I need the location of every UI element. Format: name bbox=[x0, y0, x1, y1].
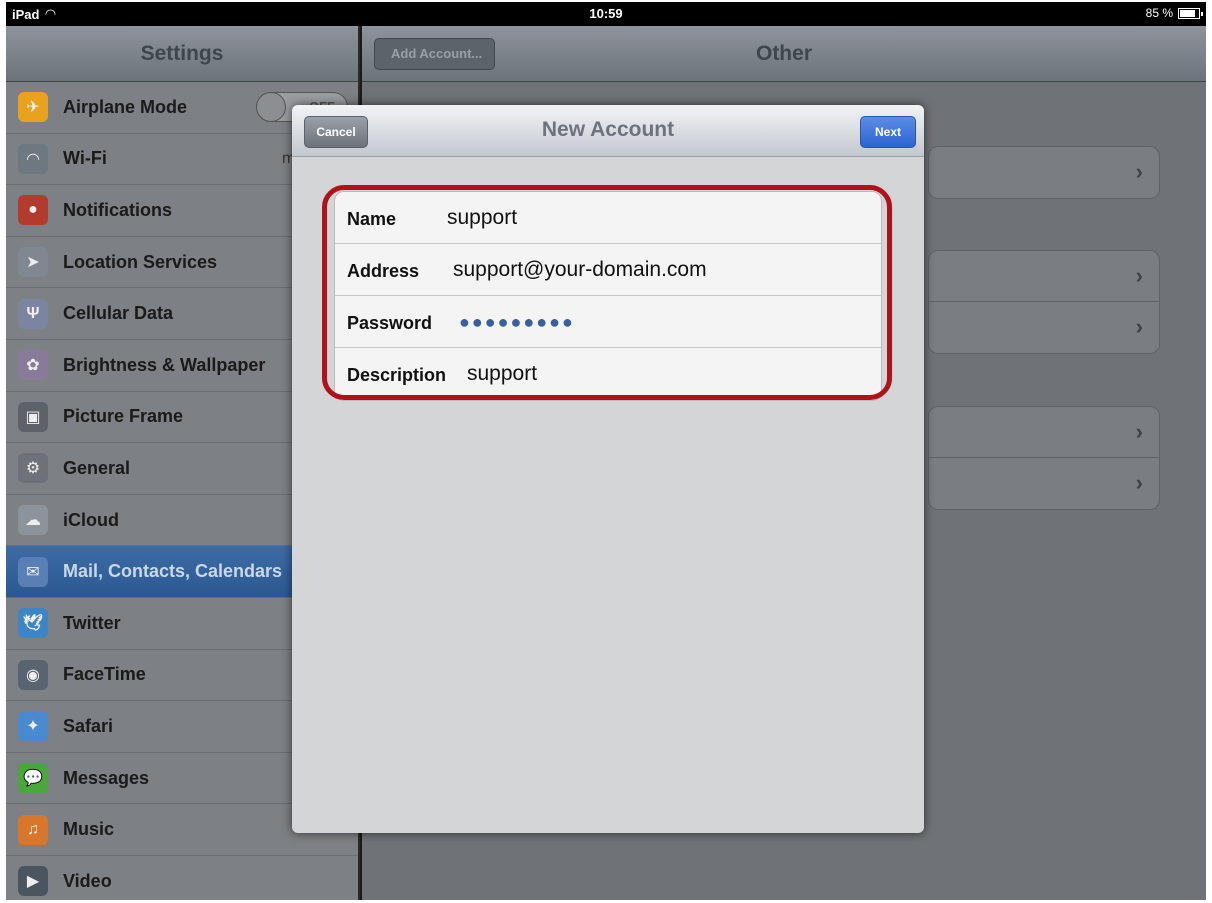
chevron-right-icon: › bbox=[1135, 314, 1143, 339]
settings-item-label: General bbox=[63, 457, 131, 478]
mail-icon: ✉ bbox=[18, 556, 48, 587]
battery-icon bbox=[1178, 7, 1203, 19]
settings-item-label: Airplane Mode bbox=[63, 96, 188, 117]
detail-row[interactable]: › bbox=[929, 302, 1159, 353]
gear-icon: ⚙ bbox=[18, 453, 48, 484]
settings-item-label: Brightness & Wallpaper bbox=[63, 354, 266, 375]
notifications-icon: ● bbox=[18, 195, 48, 226]
music-note-icon: ♫ bbox=[18, 814, 48, 845]
toggle-knob bbox=[256, 92, 286, 122]
cloud-icon: ☁ bbox=[18, 505, 48, 536]
red-highlight-outline bbox=[322, 185, 892, 400]
settings-item[interactable]: ▶ Video bbox=[6, 855, 358, 900]
chevron-right-icon: › bbox=[1135, 159, 1143, 184]
detail-navbar: Add Account... Other bbox=[362, 26, 1206, 82]
detail-group: › › bbox=[928, 250, 1160, 354]
wifi-icon: ◠ bbox=[18, 143, 48, 174]
location-arrow-icon: ➤ bbox=[18, 247, 48, 278]
clock: 10:59 bbox=[589, 6, 623, 21]
ipad-screen: iPad ◠ 10:59 85 % Settings ✈ Airplane Mod… bbox=[6, 2, 1206, 900]
settings-item-label: Messages bbox=[63, 767, 150, 788]
detail-row[interactable]: › bbox=[929, 407, 1159, 458]
page-title: Settings bbox=[140, 42, 224, 65]
modal-title: New Account bbox=[541, 118, 675, 141]
cellular-antenna-icon: Ψ bbox=[18, 298, 48, 329]
video-icon: ▶ bbox=[18, 866, 48, 897]
chevron-right-icon: › bbox=[1135, 263, 1143, 288]
detail-title: Other bbox=[755, 42, 812, 65]
settings-navbar: Settings bbox=[6, 26, 358, 82]
next-button[interactable]: Next bbox=[860, 116, 916, 148]
settings-item-label: Music bbox=[63, 819, 115, 840]
settings-item-label: Notifications bbox=[63, 199, 173, 220]
detail-row[interactable]: › bbox=[929, 147, 1159, 198]
battery-level bbox=[1180, 9, 1196, 17]
detail-row[interactable]: › bbox=[929, 251, 1159, 302]
compass-icon: ✦ bbox=[18, 711, 48, 742]
settings-item-label: Location Services bbox=[63, 251, 218, 272]
speech-bubble-icon: 💬 bbox=[18, 763, 48, 794]
settings-item-label: Wi-Fi bbox=[63, 148, 107, 169]
twitter-bird-icon: 🕊 bbox=[18, 608, 48, 639]
settings-item-label: Cellular Data bbox=[63, 303, 174, 324]
detail-group: › bbox=[928, 146, 1160, 199]
status-bar: iPad ◠ 10:59 85 % bbox=[6, 2, 1206, 26]
detail-group: › › bbox=[928, 406, 1160, 510]
settings-item-label: Picture Frame bbox=[63, 406, 184, 427]
airplane-icon: ✈ bbox=[18, 92, 48, 123]
facetime-camera-icon: ◉ bbox=[18, 659, 48, 690]
settings-item-label: FaceTime bbox=[63, 664, 146, 685]
detail-row[interactable]: › bbox=[929, 458, 1159, 509]
chevron-right-icon: › bbox=[1135, 470, 1143, 495]
settings-item-label: Safari bbox=[63, 715, 114, 736]
picture-frame-icon: ▣ bbox=[18, 401, 48, 432]
flower-icon: ✿ bbox=[18, 350, 48, 381]
settings-item-label: Twitter bbox=[63, 612, 121, 633]
modal-navbar: Cancel New Account Next bbox=[292, 105, 924, 157]
settings-item-label: Video bbox=[63, 870, 112, 891]
settings-item-label: Mail, Contacts, Calendars bbox=[63, 561, 283, 582]
chevron-right-icon: › bbox=[1135, 419, 1143, 444]
battery-percent: 85 % bbox=[1145, 6, 1173, 20]
settings-item-label: iCloud bbox=[63, 509, 119, 530]
